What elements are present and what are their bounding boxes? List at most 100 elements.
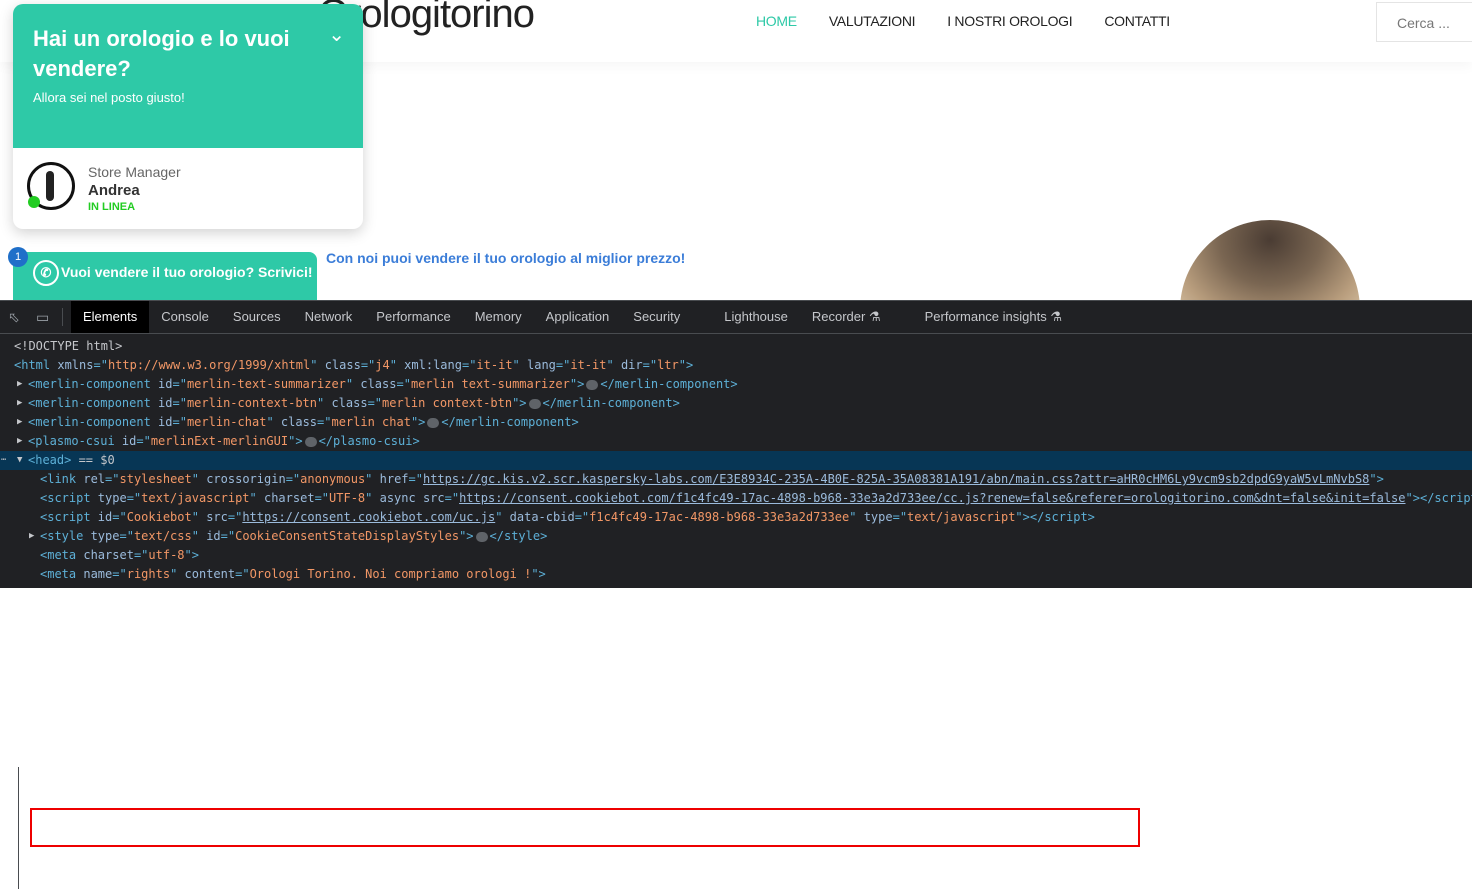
tab-lighthouse[interactable]: Lighthouse [712, 301, 800, 333]
whatsapp-chat-button[interactable]: ✆ Vuoi vendere il tuo orologio? Scrivici… [13, 252, 317, 300]
code-token: xml:lang [404, 358, 462, 372]
code-token: " [191, 510, 207, 524]
agent-status: IN LINEA [88, 201, 136, 213]
code-token: <meta [40, 567, 84, 581]
code-token: charset [83, 548, 134, 562]
code-token: <style [40, 529, 91, 543]
code-token: it-it [476, 358, 513, 372]
dom-node-line[interactable]: <meta charset="utf-8"> [0, 546, 1472, 565]
code-token: text/javascript [141, 491, 250, 505]
code-token: </style> [489, 529, 548, 543]
agent-role: Store Manager [88, 164, 181, 180]
expand-arrow-icon[interactable]: ▶ [17, 432, 22, 451]
code-token: =" [235, 567, 250, 581]
tab-sources[interactable]: Sources [221, 301, 293, 333]
search-input[interactable]: Cerca ... [1376, 2, 1472, 42]
code-token: dir [620, 358, 643, 372]
dom-node-line[interactable]: ▶ <plasmo-csui id="merlinExt-merlinGUI"> <… [0, 432, 1472, 451]
expand-arrow-icon[interactable]: ▶ [29, 527, 34, 546]
code-token: " [389, 358, 405, 372]
code-token: =" [133, 548, 149, 562]
code-token: " [849, 510, 864, 524]
code-token: xmlns [57, 358, 94, 372]
code-token: id [158, 396, 173, 410]
tab-security[interactable]: Security [621, 301, 692, 333]
code-token: merlin chat [331, 415, 411, 429]
code-token: <head> [28, 453, 72, 467]
dom-node-line[interactable]: <script id="Cookiebot" src="https://cons… [0, 508, 1472, 527]
ellipsis-icon[interactable] [475, 531, 488, 542]
code-token: </plasmo-csui> [318, 434, 420, 448]
ellipsis-icon[interactable] [304, 436, 317, 447]
code-link[interactable]: https://consent.cookiebot.com/uc.js [242, 510, 495, 524]
dom-node-line[interactable]: <!DOCTYPE html> [0, 337, 1472, 356]
code-token: " [606, 358, 621, 372]
code-token: =" [105, 472, 120, 486]
code-token: <merlin-component [28, 415, 159, 429]
code-token: "></script> [1015, 510, 1095, 524]
nav-contatti[interactable]: CONTATTI [1104, 13, 1170, 29]
whatsapp-button-label: Vuoi vendere il tuo orologio? Scrivici! [61, 264, 313, 280]
inspect-element-icon[interactable]: ⬁ [8, 309, 28, 326]
code-token: " [317, 396, 332, 410]
ellipsis-icon[interactable] [528, 398, 541, 409]
chevron-down-icon[interactable]: ⌄ [328, 22, 345, 47]
code-token: "> [288, 434, 303, 448]
code-token: rel [83, 472, 106, 486]
ellipsis-icon[interactable] [427, 417, 440, 428]
tab-recorder[interactable]: Recorder ⚗ [800, 301, 893, 333]
expand-arrow-icon[interactable]: ▶ [17, 375, 22, 394]
ellipsis-icon[interactable] [586, 379, 599, 390]
collapse-arrow-icon[interactable]: ▼ [17, 451, 22, 470]
tab-elements[interactable]: Elements [71, 301, 150, 333]
code-token: class [280, 415, 318, 429]
dom-node-line[interactable]: ▶ <merlin-component id="merlin-context-bt… [0, 394, 1472, 413]
devtools-tabs: Elements Console Sources Network Performance… [71, 301, 1074, 333]
tab-console[interactable]: Console [149, 301, 221, 333]
dom-node-line[interactable]: ▶ <style type="text/css" id="CookieConsen… [0, 527, 1472, 546]
device-toolbar-icon[interactable]: ▭ [36, 309, 56, 326]
tab-network[interactable]: Network [293, 301, 365, 333]
code-token: =" [93, 358, 108, 372]
expand-arrow-icon[interactable]: ▶ [17, 394, 22, 413]
code-token: =" [642, 358, 658, 372]
dom-node-line[interactable]: <html xmlns="http://www.w3.org/1999/xhtm… [0, 356, 1472, 375]
code-token: " [310, 358, 325, 372]
dom-node-line[interactable]: <script type="text/javascript" charset="… [0, 489, 1472, 508]
tab-application[interactable]: Application [534, 301, 622, 333]
code-token: src [206, 510, 228, 524]
code-token: =" [408, 472, 423, 486]
nav-valutazioni[interactable]: VALUTAZIONI [829, 13, 916, 29]
tagline: Con noi puoi vendere il tuo orologio al … [326, 250, 686, 266]
code-token: lang [527, 358, 556, 372]
code-token: " [266, 415, 281, 429]
code-token: text/javascript [907, 510, 1016, 524]
tab-memory[interactable]: Memory [463, 301, 534, 333]
dom-node-line[interactable]: ▼ ⋯ <head> == $0 [0, 451, 1472, 470]
more-options-icon[interactable]: ⋯ [1, 451, 6, 470]
code-link[interactable]: https://gc.kis.v2.scr.kaspersky-labs.com… [423, 472, 1369, 486]
code-token: =" [126, 491, 142, 505]
tab-performance[interactable]: Performance [364, 301, 462, 333]
dom-node-line[interactable]: ▶ <merlin-component id="merlin-chat" clas… [0, 413, 1472, 432]
code-token: =" [136, 434, 151, 448]
code-token: =" [317, 415, 332, 429]
dom-node-line[interactable]: ▶ <merlin-component id="merlin-text-summa… [0, 375, 1472, 394]
elements-tree: <!DOCTYPE html> <html xmlns="http://www.w… [0, 334, 1472, 584]
code-token: id [121, 434, 137, 448]
chat-title: Hai un orologio e lo vuoi vendere? [33, 26, 290, 81]
code-token: =" [444, 491, 460, 505]
code-token: $0 [100, 453, 115, 467]
tab-performance-insights[interactable]: Performance insights ⚗ [913, 301, 1074, 333]
nav-home[interactable]: HOME [756, 13, 797, 29]
code-token: <!DOCTYPE html> [14, 339, 123, 353]
code-token: "> [531, 567, 546, 581]
code-token: =" [220, 529, 236, 543]
dom-node-line[interactable]: <link rel="stylesheet" crossorigin="anon… [0, 470, 1472, 489]
code-link[interactable]: https://consent.cookiebot.com/f1c4fc49-1… [459, 491, 1405, 505]
code-token: " [512, 358, 527, 372]
nav-nostri-orologi[interactable]: I NOSTRI OROLOGI [947, 13, 1072, 29]
expand-arrow-icon[interactable]: ▶ [17, 413, 22, 432]
dom-node-line[interactable]: <meta name="rights" content="Orologi Tor… [0, 565, 1472, 584]
code-token: "> [512, 396, 527, 410]
